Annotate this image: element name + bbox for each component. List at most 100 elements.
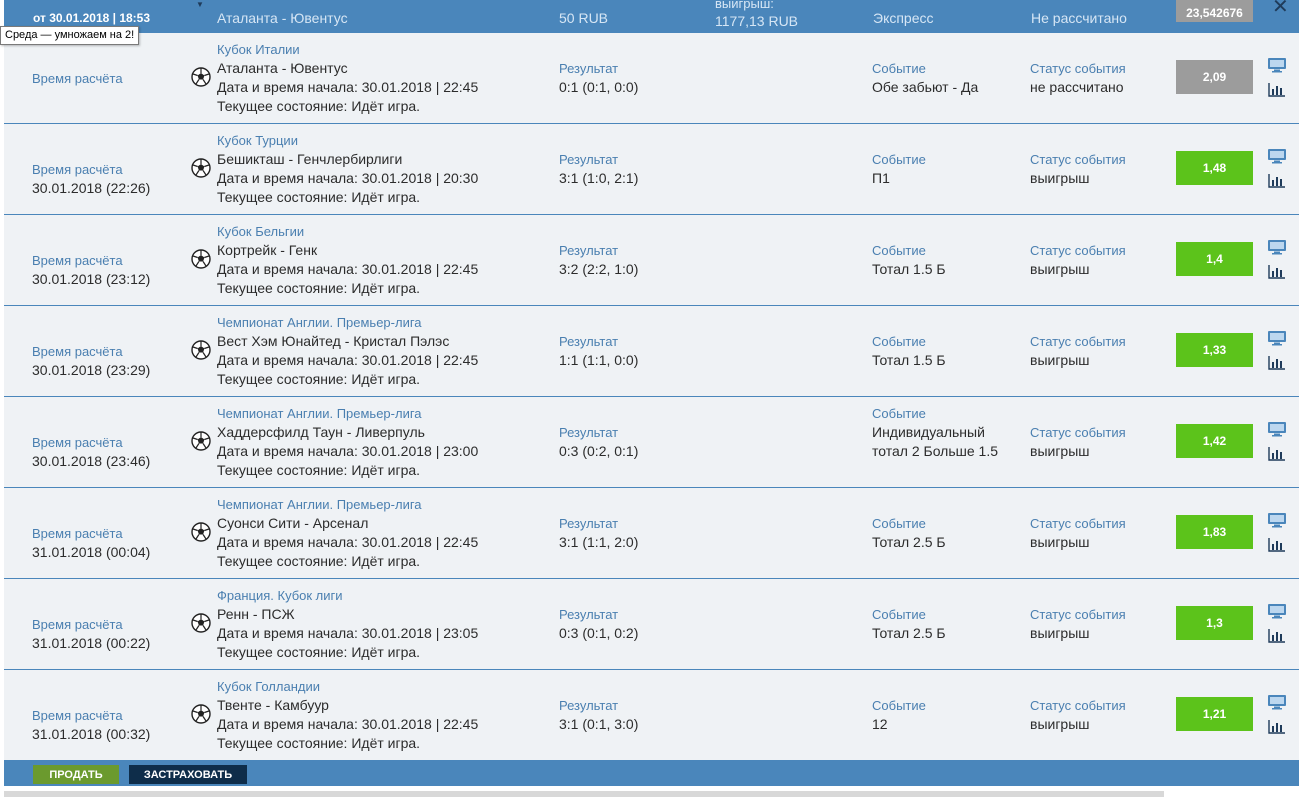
bet-win-label: выигрыш: [715,0,774,11]
event-value: Тотал 2.5 Б [872,625,946,641]
calc-time-label: Время расчёта [32,71,123,86]
event-status-value: выигрыш [1030,352,1090,368]
event-status-value: выигрыш [1030,170,1090,186]
event-label: Событие [872,152,926,167]
calc-time-label: Время расчёта [32,526,123,541]
statistics-icon[interactable] [1268,628,1286,643]
calc-time-value: 31.01.2018 (00:22) [32,635,151,651]
event-info: Кубок Италии Аталанта - Ювентус Дата и в… [217,40,478,116]
live-tv-icon[interactable] [1267,421,1287,437]
league-name: Кубок Турции [217,133,298,148]
match-name: Аталанта - Ювентус [217,60,348,76]
event-status-label: Статус события [1030,61,1126,76]
event-row: Время расчёта 31.01.2018 (00:22) Франция… [4,579,1299,670]
horizontal-scrollbar[interactable] [4,791,1164,797]
event-status-value: выигрыш [1030,716,1090,732]
bet-status: Не рассчитано [1031,10,1127,26]
league-name: Кубок Италии [217,42,300,57]
current-state: Текущее состояние: Идёт игра. [217,189,421,205]
soccer-ball-icon [191,340,211,360]
soccer-ball-icon [191,158,211,178]
live-tv-icon[interactable] [1267,57,1287,73]
match-name: Бешикташ - Генчлербирлиги [217,151,403,167]
statistics-icon[interactable] [1268,446,1286,461]
soccer-ball-icon [191,704,211,724]
event-block: Событие Тотал 2.5 Б [872,605,946,643]
soccer-ball-icon [191,613,211,633]
event-value: Обе забьют - Да [872,79,979,95]
calc-time-value: 30.01.2018 (23:12) [32,271,151,287]
statistics-icon[interactable] [1268,719,1286,734]
result-value: 0:3 (0:1, 0:2) [559,625,639,641]
event-info: Кубок Бельгии Кортрейк - Генк Дата и вре… [217,222,478,298]
live-tv-icon[interactable] [1267,148,1287,164]
start-time: Дата и время начала: 30.01.2018 | 22:45 [217,261,479,277]
caret-down-icon[interactable]: ▼ [196,0,204,9]
bet-footer: ПРОДАТЬ ЗАСТРАХОВАТЬ [4,760,1299,786]
event-row: Время расчёта 30.01.2018 (23:12) Кубок Б… [4,215,1299,306]
match-name: Ренн - ПСЖ [217,606,295,622]
start-time: Дата и время начала: 30.01.2018 | 23:00 [217,443,479,459]
statistics-icon[interactable] [1268,355,1286,370]
calc-time-label: Время расчёта [32,253,123,268]
odd-badge: 1,3 [1176,606,1253,640]
statistics-icon[interactable] [1268,264,1286,279]
event-label: Событие [872,61,926,76]
live-tv-icon[interactable] [1267,330,1287,346]
event-row: Время расчёта 30.01.2018 (22:26) Кубок Т… [4,124,1299,215]
event-label: Событие [872,516,926,531]
event-status-label: Статус события [1030,425,1126,440]
start-time: Дата и время начала: 30.01.2018 | 22:45 [217,352,479,368]
close-icon[interactable]: ✕ [1272,0,1289,19]
promo-tooltip: Среда — умножаем на 2! [0,26,140,45]
league-name: Кубок Бельгии [217,224,305,239]
calc-time-label: Время расчёта [32,162,123,177]
current-state: Текущее состояние: Идёт игра. [217,735,421,751]
event-value: Тотал 1.5 Б [872,261,946,277]
result-value: 3:1 (1:1, 2:0) [559,534,639,550]
event-block: Событие 12 [872,696,926,734]
start-time: Дата и время начала: 30.01.2018 | 22:45 [217,716,479,732]
bet-header[interactable]: от 30.01.2018 | 18:53 ▼ Аталанта - Ювент… [4,0,1299,32]
event-info: Чемпионат Англии. Премьер-лига Суонси Си… [217,495,478,571]
result-label: Результат [559,425,619,440]
event-value: Тотал 1.5 Б [872,352,946,368]
calc-time-value: 30.01.2018 (23:46) [32,453,151,469]
current-state: Текущее состояние: Идёт игра. [217,553,421,569]
event-row: Время расчёта 31.01.2018 (00:04) Чемпион… [4,488,1299,579]
sell-button[interactable]: ПРОДАТЬ [33,765,119,784]
event-status-value: не рассчитано [1030,79,1124,95]
calc-time-label: Время расчёта [32,617,123,632]
event-row: Время расчёта Кубок Италии Аталанта - Юв… [4,33,1299,124]
odd-badge: 2,09 [1176,60,1253,94]
event-value-line2: тотал 2 Больше 1.5 [872,443,999,459]
result-value: 1:1 (1:1, 0:0) [559,352,639,368]
statistics-icon[interactable] [1268,82,1286,97]
odd-badge: 1,83 [1176,515,1253,549]
result-value: 0:1 (0:1, 0:0) [559,79,639,95]
odd-badge: 1,33 [1176,333,1253,367]
odd-badge: 1,4 [1176,242,1253,276]
event-block: Событие Тотал 2.5 Б [872,514,946,552]
start-time: Дата и время начала: 30.01.2018 | 22:45 [217,534,479,550]
live-tv-icon[interactable] [1267,694,1287,710]
statistics-icon[interactable] [1268,537,1286,552]
soccer-ball-icon [191,67,211,87]
event-row: Время расчёта 31.01.2018 (00:32) Кубок Г… [4,670,1299,761]
live-tv-icon[interactable] [1267,239,1287,255]
live-tv-icon[interactable] [1267,512,1287,528]
event-info: Кубок Турции Бешикташ - Генчлербирлиги Д… [217,131,478,207]
result-value: 3:1 (1:0, 2:1) [559,170,639,186]
statistics-icon[interactable] [1268,173,1286,188]
result-label: Результат [559,607,619,622]
current-state: Текущее состояние: Идёт игра. [217,280,421,296]
calc-time-label: Время расчёта [32,344,123,359]
result-label: Результат [559,61,619,76]
bet-win-value: 1177,13 RUB [715,13,799,29]
insure-button[interactable]: ЗАСТРАХОВАТЬ [129,765,247,784]
event-status-label: Статус события [1030,243,1126,258]
event-label: Событие [872,698,926,713]
event-row: Время расчёта 30.01.2018 (23:29) Чемпион… [4,306,1299,397]
event-value: П1 [872,170,890,186]
live-tv-icon[interactable] [1267,603,1287,619]
